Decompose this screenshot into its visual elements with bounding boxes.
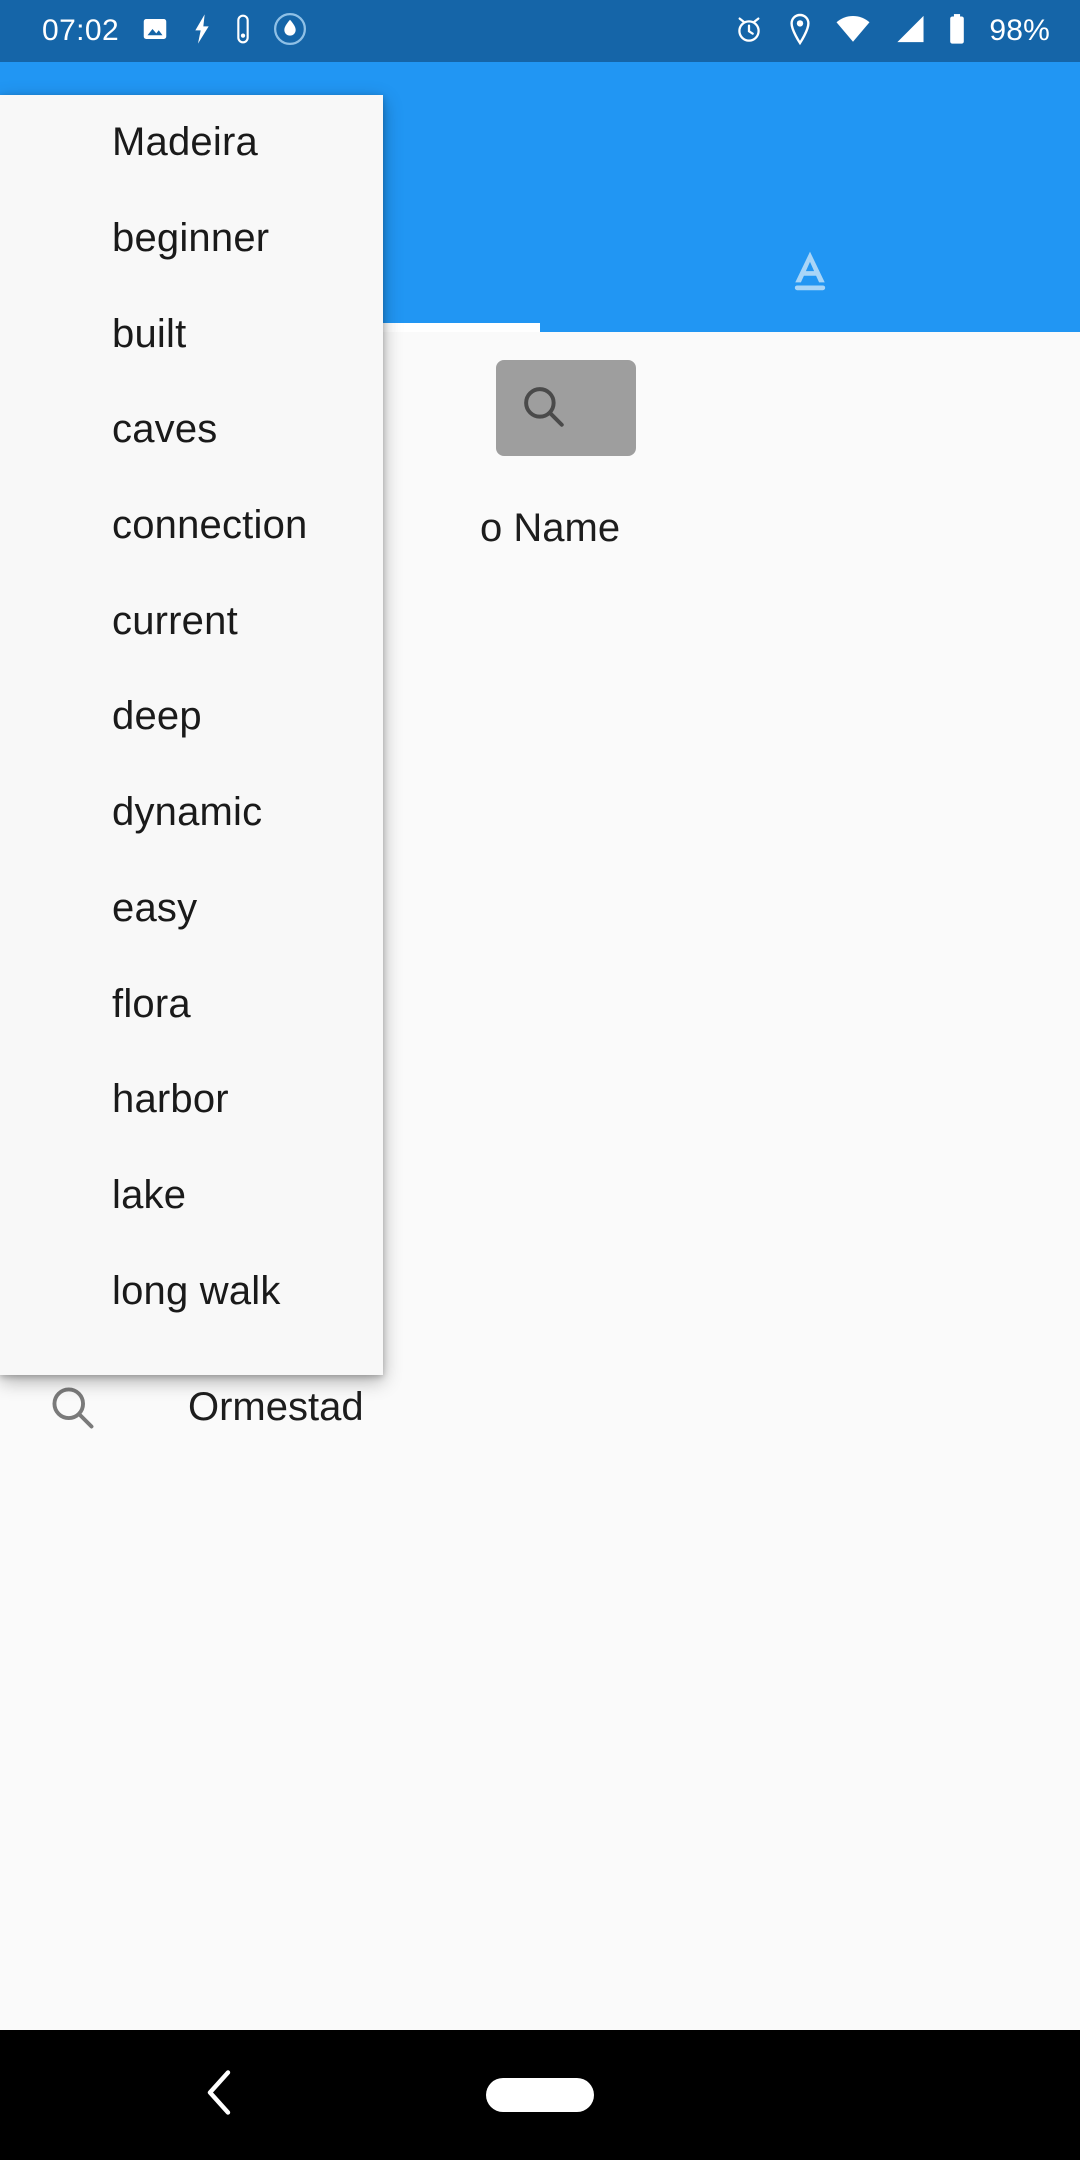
location-icon <box>787 13 813 50</box>
search-icon <box>518 381 568 436</box>
tag-dropdown-list: Madeira beginner built caves connection … <box>0 95 383 1375</box>
status-bar: 07:02 98% <box>0 0 1080 62</box>
menu-item-label: current <box>112 598 238 643</box>
alphabet-a-icon <box>784 243 836 300</box>
menu-item-label: Madeira <box>112 120 258 165</box>
nav-home-pill-icon[interactable] <box>486 2078 594 2112</box>
phone-screen: 07:02 98% o Name Ormestad Madeira beginn… <box>0 0 1080 2160</box>
menu-item-built[interactable]: built <box>0 286 383 382</box>
tab-inactive-indicator <box>540 323 1080 332</box>
menu-item-harbor[interactable]: harbor <box>0 1052 383 1148</box>
menu-item-flora[interactable]: flora <box>0 956 383 1052</box>
status-bar-clock: 07:02 <box>42 14 120 47</box>
status-bar-right: 98% <box>733 13 1080 50</box>
menu-item-beginner[interactable]: beginner <box>0 191 383 287</box>
battery-icon <box>947 13 967 50</box>
alarm-icon <box>733 13 765 50</box>
status-bar-left: 07:02 <box>0 12 307 51</box>
list-item-label: Ormestad <box>188 1384 364 1429</box>
tag-dropdown-menu[interactable]: Madeira beginner built caves connection … <box>0 95 383 1375</box>
menu-item-label: lake <box>112 1172 187 1217</box>
menu-item-label: deep <box>112 694 202 739</box>
water-drop-icon <box>273 12 307 51</box>
menu-item-long-walk[interactable]: long walk <box>0 1243 383 1339</box>
menu-item-label: connection <box>112 503 308 548</box>
menu-item-label: harbor <box>112 1077 229 1122</box>
menu-item-label: caves <box>112 407 218 452</box>
menu-item-caves[interactable]: caves <box>0 382 383 478</box>
battery-saver-icon <box>234 13 252 50</box>
menu-item-dynamic[interactable]: dynamic <box>0 765 383 861</box>
search-icon <box>40 1381 104 1433</box>
menu-item-current[interactable]: current <box>0 573 383 669</box>
menu-item-easy[interactable]: easy <box>0 861 383 957</box>
menu-item-label: flora <box>112 981 191 1026</box>
image-icon <box>140 14 170 49</box>
menu-item-connection[interactable]: connection <box>0 478 383 574</box>
menu-item-label: dynamic <box>112 790 263 835</box>
menu-item-label: easy <box>112 885 198 930</box>
battery-percentage: 98% <box>989 14 1050 47</box>
menu-item-label: built <box>112 311 187 356</box>
menu-item-madeira[interactable]: Madeira <box>0 95 383 191</box>
menu-item-lake[interactable]: lake <box>0 1148 383 1244</box>
menu-item-label: long walk <box>112 1268 281 1313</box>
nav-back-icon[interactable] <box>200 2069 240 2122</box>
menu-item-label: beginner <box>112 216 270 261</box>
signal-icon <box>893 14 925 49</box>
tab-alphabetical[interactable] <box>540 210 1080 332</box>
search-chip-button[interactable] <box>496 360 636 456</box>
wifi-icon <box>835 14 871 49</box>
menu-item-deep[interactable]: deep <box>0 669 383 765</box>
flash-icon <box>191 13 213 50</box>
system-navigation-bar <box>0 2030 1080 2160</box>
list-section-header-label: o Name <box>480 505 621 550</box>
